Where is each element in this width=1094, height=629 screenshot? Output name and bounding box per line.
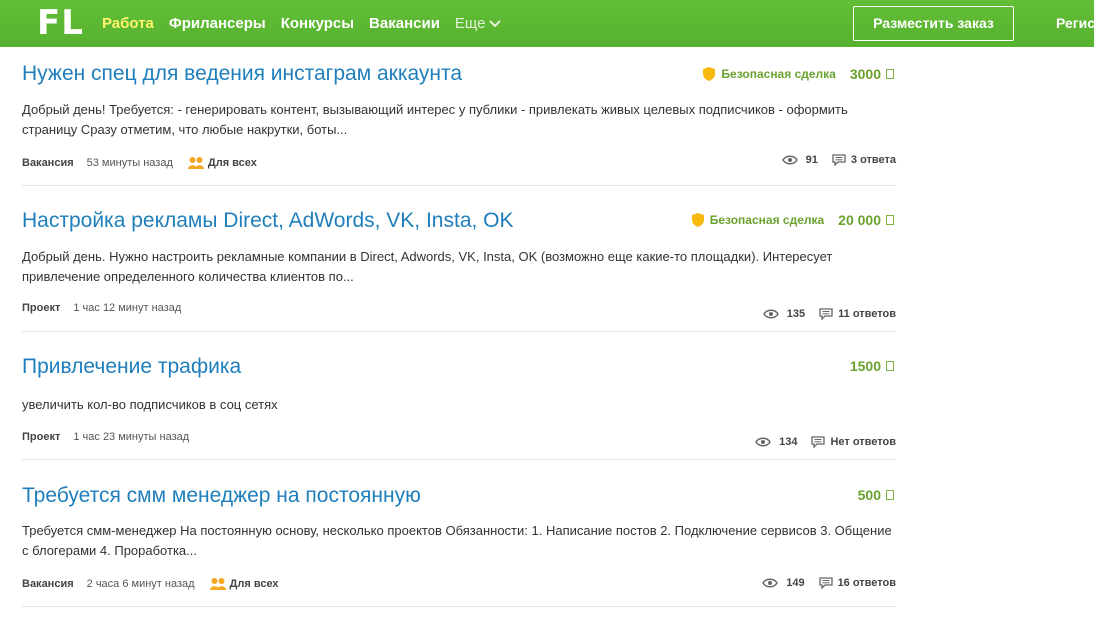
project-price-block: Безопасная сделка 3000 xyxy=(703,66,894,82)
views-count: 134 xyxy=(755,436,797,448)
project-price-block: 1500 xyxy=(850,358,894,374)
project-meta: Вакансия 53 минуты назад Для всех xyxy=(22,156,257,170)
project-description: увеличить кол-во подписчиков в соц сетях xyxy=(22,397,278,412)
answers-link[interactable]: 16 ответов xyxy=(818,577,896,589)
project-title[interactable]: Привлечение трафика xyxy=(22,355,241,379)
views-value: 134 xyxy=(779,436,798,448)
eye-icon xyxy=(762,309,779,319)
safe-deal-label: Безопасная сделка xyxy=(721,67,836,81)
project-title[interactable]: Требуется смм менеджер на постоянную xyxy=(22,484,421,508)
project-title[interactable]: Настройка рекламы Direct, AdWords, VK, I… xyxy=(22,209,514,233)
nav-item-more[interactable]: Еще xyxy=(455,15,502,32)
shield-icon xyxy=(703,67,716,81)
project-meta: Проект 1 час 23 минуты назад xyxy=(22,431,204,443)
views-count: 149 xyxy=(762,577,805,589)
ruble-icon xyxy=(886,361,894,371)
people-icon xyxy=(209,578,226,590)
project-stats: 149 16 ответов xyxy=(762,577,896,589)
project-card: Привлечение трафика 1500 увеличить кол-в… xyxy=(22,332,896,460)
nav-item-contests[interactable]: Конкурсы xyxy=(281,15,354,32)
eye-icon xyxy=(755,437,771,447)
nav-item-vacancies[interactable]: Вакансии xyxy=(369,15,440,32)
project-meta: Вакансия 2 часа 6 минут назад Для всех xyxy=(22,577,279,591)
people-icon xyxy=(187,157,204,169)
ruble-icon xyxy=(886,490,894,500)
project-time: 1 час 12 минут назад xyxy=(73,302,182,314)
project-description: Требуется смм-менеджер На постоянную осн… xyxy=(22,523,892,558)
shield-icon xyxy=(691,213,704,227)
project-price-block: 500 xyxy=(858,487,894,503)
views-count: 135 xyxy=(762,308,806,320)
nav-item-work[interactable]: Работа xyxy=(102,15,154,32)
audience-badge: Для всех xyxy=(187,156,257,170)
project-card: Настройка рекламы Direct, AdWords, VK, I… xyxy=(22,186,896,332)
ruble-icon xyxy=(886,215,894,225)
project-time: 53 минуты назад xyxy=(86,157,173,169)
project-card: Требуется смм менеджер на постоянную 500… xyxy=(22,460,896,607)
project-list: Нужен спец для ведения инстаграм аккаунт… xyxy=(22,47,896,607)
comment-icon xyxy=(818,577,833,589)
project-stats: 134 Нет ответов xyxy=(755,436,896,448)
fl-logo[interactable]: FL xyxy=(37,5,84,41)
comment-icon xyxy=(819,308,833,320)
project-card: Нужен спец для ведения инстаграм аккаунт… xyxy=(22,47,896,186)
safe-deal-badge[interactable]: Безопасная сделка xyxy=(691,213,825,227)
project-time: 1 час 23 минуты назад xyxy=(73,431,190,443)
answers-count: 16 ответов xyxy=(837,577,896,589)
eye-icon xyxy=(781,155,798,165)
answers-count: 3 ответа xyxy=(850,154,896,166)
views-value: 135 xyxy=(786,308,806,320)
project-type: Проект xyxy=(22,302,61,314)
answers-count: Нет ответов xyxy=(830,436,896,448)
views-count: 91 xyxy=(781,154,818,166)
main-nav: Работа Фрилансеры Конкурсы Вакансии Еще xyxy=(102,0,516,47)
project-price: 1500 xyxy=(849,358,881,374)
answers-link[interactable]: 3 ответа xyxy=(832,154,896,166)
safe-deal-label: Безопасная сделка xyxy=(709,213,825,227)
eye-icon xyxy=(762,578,779,588)
ruble-icon xyxy=(886,69,894,79)
top-navigation-bar: FL Работа Фрилансеры Конкурсы Вакансии Е… xyxy=(0,0,1094,47)
project-time: 2 часа 6 минут назад xyxy=(86,578,195,590)
audience-badge: Для всех xyxy=(209,577,279,591)
project-stats: 91 3 ответа xyxy=(781,154,896,166)
safe-deal-badge[interactable]: Безопасная сделка xyxy=(703,67,836,81)
comment-icon xyxy=(832,154,846,166)
project-stats: 135 11 ответов xyxy=(762,308,896,320)
comment-icon xyxy=(811,436,826,448)
audience-label: Для всех xyxy=(229,578,279,590)
answers-link[interactable]: Нет ответов xyxy=(811,436,896,448)
audience-label: Для всех xyxy=(207,157,257,169)
chevron-down-icon xyxy=(489,19,502,27)
project-price: 500 xyxy=(857,487,881,503)
nav-item-freelancers[interactable]: Фрилансеры xyxy=(169,15,266,32)
answers-link[interactable]: 11 ответов xyxy=(819,308,896,320)
project-price-block: Безопасная сделка 20 000 xyxy=(691,212,894,228)
register-link[interactable]: Регистрация xyxy=(1056,15,1094,31)
post-order-button[interactable]: Разместить заказ xyxy=(853,6,1014,41)
project-price: 3000 xyxy=(849,66,881,82)
project-meta: Проект 1 час 12 минут назад xyxy=(22,302,196,314)
views-value: 91 xyxy=(805,154,818,166)
nav-item-more-label: Еще xyxy=(454,15,486,32)
answers-count: 11 ответов xyxy=(838,308,896,320)
views-value: 149 xyxy=(786,577,805,589)
project-price: 20 000 xyxy=(838,212,881,228)
project-type: Проект xyxy=(22,431,61,443)
project-type: Вакансия xyxy=(22,157,74,169)
project-description: Добрый день! Требуется: - генерировать к… xyxy=(22,102,848,137)
project-description: Добрый день. Нужно настроить рекламные к… xyxy=(22,249,833,284)
project-title[interactable]: Нужен спец для ведения инстаграм аккаунт… xyxy=(22,62,462,86)
project-type: Вакансия xyxy=(22,578,74,590)
